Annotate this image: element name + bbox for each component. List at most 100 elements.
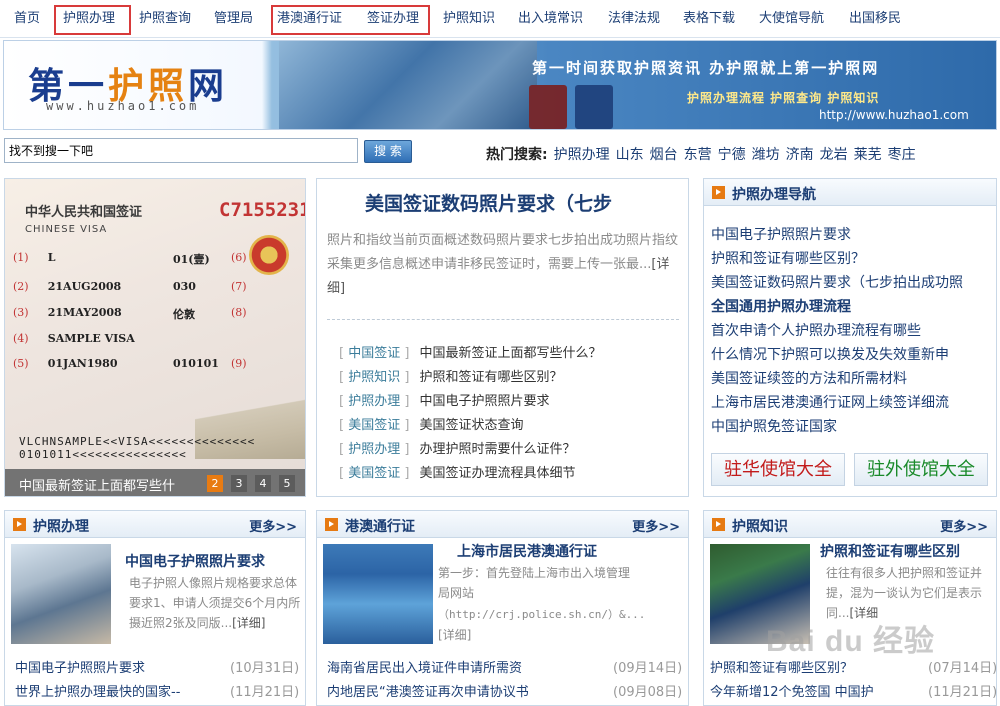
- hot-keyword[interactable]: 龙岩: [820, 147, 848, 163]
- visa-mrz: VLCHNSAMPLE<<VISA<<<<<<<<<<<<<< 0101011<<…: [19, 435, 256, 461]
- hot-keyword[interactable]: 东营: [684, 147, 712, 163]
- website-screenshot: [323, 544, 433, 644]
- nav-exit-entry[interactable]: 出入境常识: [518, 0, 583, 38]
- detail-link[interactable]: [详细]: [438, 625, 471, 645]
- panel-feature-title[interactable]: 中国电子护照照片要求: [125, 551, 265, 571]
- more-link[interactable]: 更多>>: [632, 516, 680, 535]
- panel-header: 护照办理 更多>>: [5, 511, 305, 538]
- guide-link[interactable]: 上海市居民港澳通行证网上续签详细流: [711, 392, 949, 412]
- article-row[interactable]: [ 护照办理 ] 办理护照时需要什么证件？: [339, 440, 575, 460]
- panel-header: 护照办理导航: [704, 179, 996, 206]
- panel-feature-title[interactable]: 上海市居民港澳通行证: [457, 541, 597, 561]
- image-slideshow[interactable]: 中华人民共和国签证 CHINESE VISA C7155231 (1) L 01…: [4, 178, 306, 497]
- panel-title: 护照办理导航: [732, 187, 816, 203]
- visa-sample-image: 中华人民共和国签证 CHINESE VISA C7155231 (1) L 01…: [5, 179, 306, 469]
- panel-description: 往往有很多人把护照和签证并提，混为一谈认为它们是表示同...[详细: [826, 566, 983, 620]
- list-item[interactable]: 今年新增12个免签国 中国护 (11月21日): [710, 681, 997, 700]
- list-item[interactable]: 海南省居民出入境证件申请所需资 (09月14日): [327, 657, 682, 676]
- featured-article: 美国签证数码照片要求（七步 照片和指纹当前页面概述数码照片要求七步拍出成功照片指…: [316, 178, 689, 497]
- article-row[interactable]: [ 中国签证 ] 中国最新签证上面都写些什么？: [339, 344, 601, 364]
- hot-keyword[interactable]: 山东: [616, 147, 644, 163]
- hot-search-label: 热门搜索:: [486, 147, 548, 163]
- guide-link[interactable]: 中国护照免签证国家: [711, 416, 837, 436]
- search-button[interactable]: 搜 索: [364, 140, 412, 163]
- visa-field-number: (6): [231, 251, 247, 264]
- visa-header: 中华人民共和国签证: [25, 205, 143, 220]
- hot-keyword[interactable]: 枣庄: [888, 147, 916, 163]
- logo-url: www.huzhao1.com: [46, 99, 200, 113]
- article-row[interactable]: [ 护照办理 ] 中国电子护照照片要求: [339, 392, 549, 412]
- guide-link[interactable]: 全国通用护照办理流程: [711, 296, 851, 316]
- passport-guide-panel: 护照办理导航 中国电子护照照片要求 护照和签证有哪些区别？ 美国签证数码照片要求…: [703, 178, 997, 497]
- panel-feature-title[interactable]: 护照和签证有哪些区别: [820, 541, 960, 561]
- embassy-abroad-button[interactable]: 驻外使馆大全: [854, 453, 988, 486]
- search-input[interactable]: [4, 138, 358, 163]
- detail-link[interactable]: [详细]: [232, 616, 265, 630]
- nav-embassy[interactable]: 大使馆导航: [759, 0, 824, 38]
- slide-page-5[interactable]: 5: [279, 475, 295, 492]
- hot-keyword[interactable]: 济南: [786, 147, 814, 163]
- office-photo: [11, 544, 111, 644]
- article-row[interactable]: [ 美国签证 ] 美国签证状态查询: [339, 416, 523, 436]
- slide-page-4[interactable]: 4: [255, 475, 271, 492]
- list-item[interactable]: 中国电子护照照片要求 (10月31日): [15, 657, 299, 676]
- visa-field-number: (9): [231, 357, 247, 370]
- highlight-box: [54, 5, 131, 35]
- panel-header: 港澳通行证 更多>>: [317, 511, 688, 538]
- slide-caption-bar: 中国最新签证上面都写些什 2 3 4 5: [5, 469, 305, 496]
- guide-link[interactable]: 护照和签证有哪些区别？: [711, 248, 865, 268]
- banner-subslogan: 护照办理流程 护照查询 护照知识: [687, 91, 880, 105]
- arrow-icon: [325, 518, 338, 531]
- slide-caption[interactable]: 中国最新签证上面都写些什: [19, 475, 175, 494]
- hot-keyword[interactable]: 护照办理: [554, 147, 610, 163]
- panel-description: 第一步：首先登陆上海市出入境管理局网站: [438, 566, 631, 600]
- panel-title: 护照办理: [33, 519, 89, 535]
- highlight-box: [271, 5, 430, 35]
- banner-url: http://www.huzhao1.com: [819, 108, 969, 122]
- visa-number: C7155231: [219, 199, 306, 221]
- more-link[interactable]: 更多>>: [940, 516, 988, 535]
- nav-home[interactable]: 首页: [14, 0, 40, 38]
- visa-field-value: 010101: [173, 357, 219, 370]
- nav-admin-bureau[interactable]: 管理局: [214, 0, 253, 38]
- guide-link[interactable]: 什么情况下护照可以换发及失效重新申: [711, 344, 949, 364]
- hot-keyword[interactable]: 莱芜: [854, 147, 882, 163]
- visa-field-number: (7): [231, 280, 247, 293]
- nav-passport-query[interactable]: 护照查询: [139, 0, 191, 38]
- top-nav: 首页 护照办理 护照查询 管理局 港澳通行证 签证办理 护照知识 出入境常识 法…: [0, 0, 1000, 38]
- featured-description: 照片和指纹当前页面概述数码照片要求七步拍出成功照片指纹采集更多信息概述申请非移民…: [327, 233, 679, 296]
- visa-field-value: 01(壹): [173, 253, 210, 266]
- featured-title[interactable]: 美国签证数码照片要求（七步: [365, 189, 612, 216]
- hot-searches: 热门搜索: 护照办理 山东 烟台 东营 宁德 潍坊 济南 龙岩 莱芜 枣庄: [486, 144, 916, 164]
- search-bar: 搜 索 热门搜索: 护照办理山东烟台东营宁德潍坊济南龙岩莱芜枣庄: [0, 134, 1000, 172]
- hot-keyword[interactable]: 潍坊: [752, 147, 780, 163]
- nav-forms[interactable]: 表格下载: [683, 0, 735, 38]
- article-row[interactable]: [ 护照知识 ] 护照和签证有哪些区别？: [339, 368, 562, 388]
- guide-link[interactable]: 中国电子护照照片要求: [711, 224, 851, 244]
- nav-emigration[interactable]: 出国移民: [849, 0, 901, 38]
- visa-field-value: 伦敦: [173, 308, 195, 321]
- visa-field-row: (1) L: [13, 251, 56, 264]
- visa-field-row: (5) 01JAN1980: [13, 357, 118, 370]
- slide-page-3[interactable]: 3: [231, 475, 247, 492]
- embassy-in-china-button[interactable]: 驻华使馆大全: [711, 453, 845, 486]
- list-item[interactable]: 内地居民“港澳签证再次申请协议书 (09月08日): [327, 681, 682, 700]
- hot-keyword[interactable]: 烟台: [650, 147, 678, 163]
- hot-keyword[interactable]: 宁德: [718, 147, 746, 163]
- slide-page-2[interactable]: 2: [207, 475, 223, 492]
- nav-laws[interactable]: 法律法规: [608, 0, 660, 38]
- panel-description-url: （http://crj.police.sh.cn/）&...: [438, 608, 646, 621]
- panel-title: 港澳通行证: [345, 519, 415, 535]
- list-item[interactable]: 世界上护照办理最快的国家-- (11月21日): [15, 681, 299, 700]
- panel-title: 护照知识: [732, 519, 788, 535]
- article-row[interactable]: [ 美国签证 ] 美国签证办理流程具体细节: [339, 464, 575, 484]
- visa-field-row: (4) SAMPLE VISA: [13, 332, 135, 345]
- nav-passport-knowledge[interactable]: 护照知识: [443, 0, 495, 38]
- passport-image: [529, 85, 567, 129]
- guide-link[interactable]: 首次申请个人护照办理流程有哪些: [711, 320, 921, 340]
- visa-field-row: (2) 21AUG2008: [13, 280, 122, 293]
- more-link[interactable]: 更多>>: [249, 516, 297, 535]
- guide-link[interactable]: 美国签证数码照片要求（七步拍出成功照: [711, 272, 963, 292]
- visa-field-row: (3) 21MAY2008: [13, 306, 122, 319]
- guide-link[interactable]: 美国签证续签的方法和所需材料: [711, 368, 907, 388]
